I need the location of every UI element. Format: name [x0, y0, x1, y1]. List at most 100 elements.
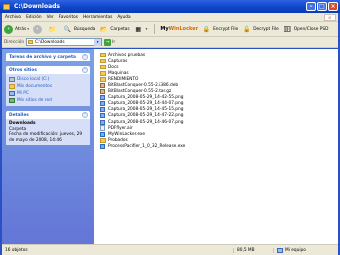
- encrypt-file-button[interactable]: 🔒 Encrypt File: [202, 25, 238, 34]
- status-zone: Mi equipo: [273, 247, 306, 253]
- back-button[interactable]: ‹ Atrás ▾: [4, 24, 29, 34]
- details-panel-header[interactable]: Detalles ˄: [6, 111, 90, 119]
- tasks-panel: Tareas de archivo y carpeta ˅: [6, 53, 90, 61]
- file-name: PDFflyer.air: [108, 125, 133, 131]
- place-label: Mis sitios de red: [17, 98, 52, 103]
- chevron-down-icon: ▾: [27, 27, 29, 31]
- file-name: RENDIMIENTO: [108, 76, 139, 82]
- menu-ver[interactable]: Ver: [47, 15, 54, 20]
- details-title: Detalles: [9, 112, 29, 118]
- places-panel: Otros sitios ˄ Disco local (C:) Mis docu…: [6, 66, 90, 106]
- folders-button[interactable]: 📂 Carpetas: [99, 25, 130, 34]
- maximize-button[interactable]: □: [317, 2, 327, 11]
- details-body: Downloads Carpeta Fecha de modificación:…: [6, 119, 90, 145]
- menu-herramientas[interactable]: Herramientas: [83, 15, 112, 20]
- unlock-icon: 🔓: [242, 25, 251, 33]
- image-file-icon: [100, 101, 105, 107]
- mywinlocker-logo: My WinLocker: [160, 26, 198, 32]
- folder-icon: [100, 52, 106, 58]
- address-path: C:\Downloads: [35, 39, 65, 45]
- up-folder-button[interactable]: 📁: [48, 25, 59, 34]
- decrypt-label: Decrypt File: [253, 26, 279, 32]
- file-icon: [100, 125, 105, 131]
- tasks-panel-header[interactable]: Tareas de archivo y carpeta ˅: [6, 53, 90, 61]
- folder-icon: [3, 3, 10, 10]
- places-panel-header[interactable]: Otros sitios ˄: [6, 66, 90, 74]
- image-file-icon: [100, 113, 105, 119]
- tasks-title: Tareas de archivo y carpeta: [9, 54, 76, 60]
- go-button[interactable]: → Ir: [104, 38, 116, 46]
- places-title: Otros sitios: [9, 67, 37, 73]
- go-arrow-icon: →: [104, 38, 112, 46]
- status-object-count: 16 objetos: [5, 247, 28, 253]
- status-bar: 16 objetos 80,5 MB Mi equipo: [2, 244, 338, 255]
- folder-icon: [100, 138, 106, 143]
- task-pane: Tareas de archivo y carpeta ˅ Otros siti…: [2, 49, 94, 244]
- folder-icon: [100, 77, 106, 82]
- go-label: Ir: [112, 39, 116, 45]
- forward-button[interactable]: ›: [32, 24, 44, 34]
- back-arrow-icon: ‹: [4, 24, 13, 34]
- title-bar: C:\Downloads – □ ×: [0, 0, 340, 13]
- brand-suffix: WinLocker: [168, 26, 199, 32]
- toolbar: ‹ Atrás ▾ › 📁 🔍 Búsqueda 📂 Carpetas ▦ ▾ …: [2, 22, 338, 37]
- chevron-down-icon[interactable]: ˅: [82, 54, 88, 60]
- menu-bar: Archivo Edición Ver Favoritos Herramient…: [2, 13, 338, 22]
- menu-archivo[interactable]: Archivo: [5, 15, 21, 20]
- details-panel: Detalles ˄ Downloads Carpeta Fecha de mo…: [6, 111, 90, 145]
- place-label: Mi PC: [17, 91, 29, 96]
- file-name: Captura_2008-05-29_14-46-07.png: [108, 119, 184, 125]
- decrypt-file-button[interactable]: 🔓 Decrypt File: [242, 25, 279, 34]
- documents-folder-icon: [9, 84, 15, 89]
- open-close-label: Open/Close PSD: [293, 26, 329, 32]
- menu-edicion[interactable]: Edición: [26, 15, 42, 20]
- file-name: Captura_2008-05-29_14-45-15.png: [108, 107, 184, 113]
- menu-favoritos[interactable]: Favoritos: [59, 15, 78, 20]
- views-icon: ▦: [135, 25, 141, 33]
- file-name: Captura_2008-05-29_14-44-07.png: [108, 101, 184, 107]
- file-name: Capturas: [108, 58, 128, 64]
- encrypt-label: Encrypt File: [213, 26, 239, 32]
- place-my-documents[interactable]: Mis documentos: [9, 83, 87, 90]
- network-icon: [9, 98, 15, 103]
- file-name: Archivos pruebas: [108, 52, 146, 58]
- search-button[interactable]: 🔍 Búsqueda: [63, 25, 96, 34]
- folders-label: Carpetas: [110, 26, 130, 32]
- folders-icon: 📂: [100, 25, 108, 33]
- lock-icon: 🔒: [202, 25, 211, 33]
- list-item[interactable]: ProcessPacifier_1_0_32_Release.exe: [100, 143, 332, 149]
- place-label: Mis documentos: [17, 84, 53, 89]
- address-input[interactable]: C:\Downloads ▾: [26, 38, 103, 46]
- file-name: BitBlastConquer-0.55-2.i386.deb: [108, 83, 179, 89]
- place-network[interactable]: Mis sitios de red: [9, 97, 87, 104]
- windows-logo-icon: ⊞: [324, 14, 336, 21]
- open-close-psd-button[interactable]: 🗄 Open/Close PSD: [283, 25, 329, 34]
- address-label: Dirección: [4, 39, 25, 45]
- window-title: C:\Downloads: [14, 3, 61, 10]
- place-local-disk[interactable]: Disco local (C:): [9, 76, 87, 83]
- status-zone-label: Mi equipo: [285, 247, 306, 253]
- forward-arrow-icon: ›: [32, 24, 42, 34]
- chevron-down-icon: ▾: [145, 27, 148, 31]
- folder-icon: [28, 40, 34, 44]
- folder-icon: [100, 71, 106, 76]
- computer-icon: [9, 91, 15, 96]
- computer-icon: [277, 247, 283, 253]
- chevron-down-icon[interactable]: ▾: [94, 39, 102, 46]
- archive-icon: [100, 89, 105, 95]
- status-size: 80,5 MB: [233, 247, 273, 253]
- views-button[interactable]: ▦ ▾: [134, 25, 148, 34]
- close-button[interactable]: ×: [328, 2, 338, 11]
- place-my-computer[interactable]: Mi PC: [9, 90, 87, 97]
- toolbar-separator: [154, 24, 156, 34]
- menu-ayuda[interactable]: Ayuda: [117, 15, 130, 20]
- chevron-up-icon[interactable]: ˄: [82, 112, 88, 118]
- folder-icon: [100, 58, 106, 64]
- image-file-icon: [100, 119, 105, 125]
- minimize-button[interactable]: –: [306, 2, 316, 11]
- file-name: ProcessPacifier_1_0_32_Release.exe: [108, 143, 186, 149]
- chevron-up-icon[interactable]: ˄: [82, 67, 88, 73]
- up-folder-icon: 📁: [48, 25, 57, 33]
- file-name: Docs: [108, 64, 119, 70]
- image-file-icon: [100, 95, 105, 101]
